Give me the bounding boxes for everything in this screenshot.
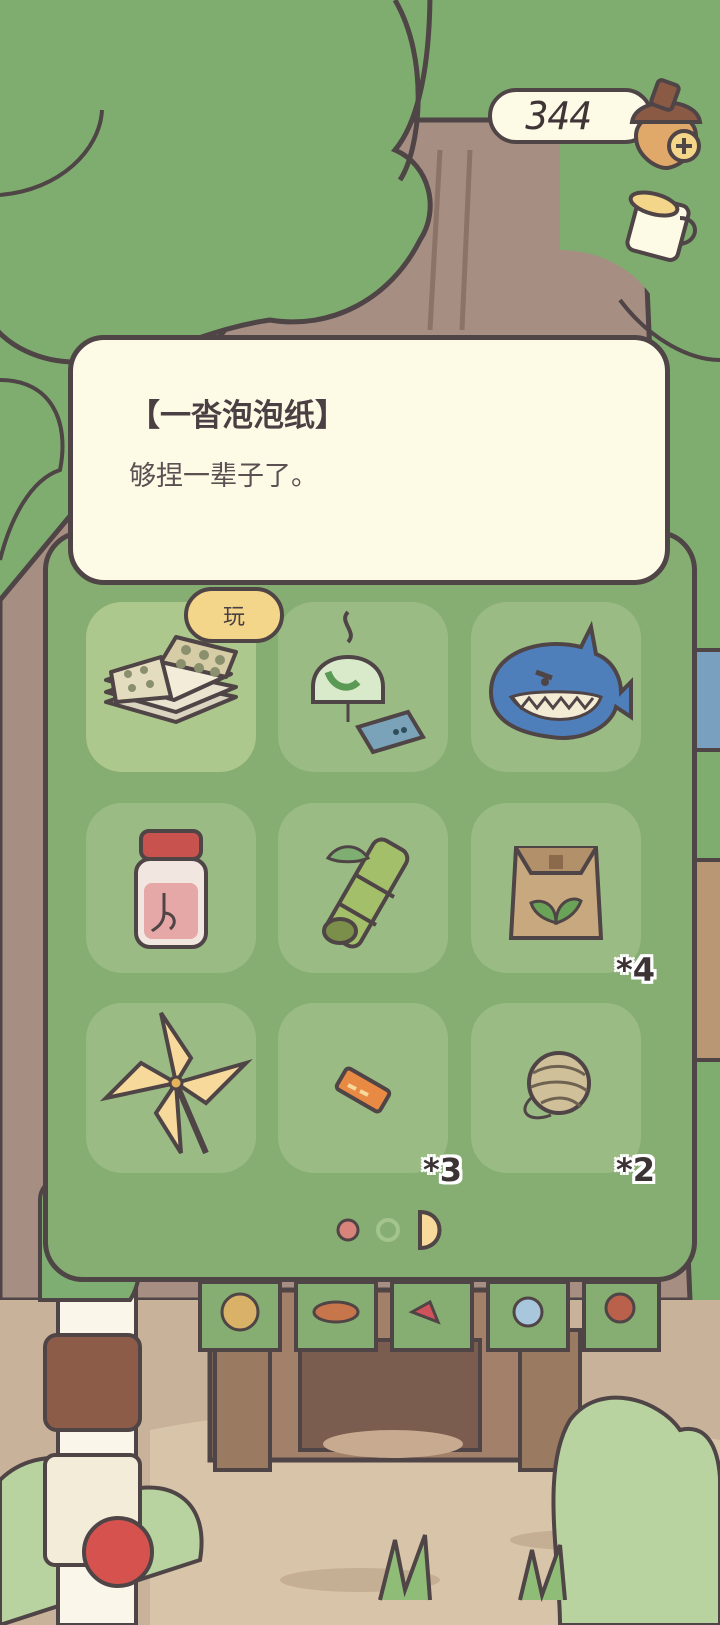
item-count: *2 xyxy=(616,1151,655,1189)
star-sand-bottle-icon xyxy=(134,829,208,949)
item-count: *4 xyxy=(616,951,655,989)
wind-chime-icon xyxy=(311,610,427,755)
bamboo-tube-icon xyxy=(322,837,410,949)
inventory-slot[interactable]: *3 xyxy=(278,1003,462,1189)
inventory-slot[interactable]: *2 xyxy=(471,1003,655,1189)
inventory-slot[interactable] xyxy=(86,1003,256,1173)
next-page-icon[interactable] xyxy=(418,1210,442,1250)
seed-bag-icon xyxy=(508,846,604,940)
inventory-slot[interactable] xyxy=(278,602,448,772)
item-title: 【一沓泡泡纸】 xyxy=(129,398,346,434)
shark-toy-icon xyxy=(488,620,633,740)
yarn-ball-icon xyxy=(523,1051,591,1120)
clover-count: 344 xyxy=(525,94,593,138)
item-count: *3 xyxy=(423,1151,462,1189)
pinwheel-icon xyxy=(99,1011,253,1155)
inventory-slot[interactable] xyxy=(471,602,641,772)
candy-icon xyxy=(334,1066,392,1114)
item-description-box: 【一沓泡泡纸】 够捏一辈子了。 xyxy=(68,335,670,585)
page-indicator xyxy=(336,1210,442,1250)
page-dot[interactable] xyxy=(376,1218,400,1242)
inventory-slot[interactable] xyxy=(278,803,448,973)
clover-add-icon[interactable] xyxy=(626,76,706,172)
inventory-slot[interactable]: *4 xyxy=(471,803,655,989)
page-dot-active[interactable] xyxy=(336,1218,360,1242)
item-description: 够捏一辈子了。 xyxy=(129,461,318,492)
mailbox-cup-icon[interactable] xyxy=(620,182,702,262)
inventory-slot[interactable] xyxy=(86,803,256,973)
play-button[interactable]: 玩 xyxy=(184,587,284,643)
inventory-panel: *4 *3 *2 xyxy=(43,530,697,1282)
